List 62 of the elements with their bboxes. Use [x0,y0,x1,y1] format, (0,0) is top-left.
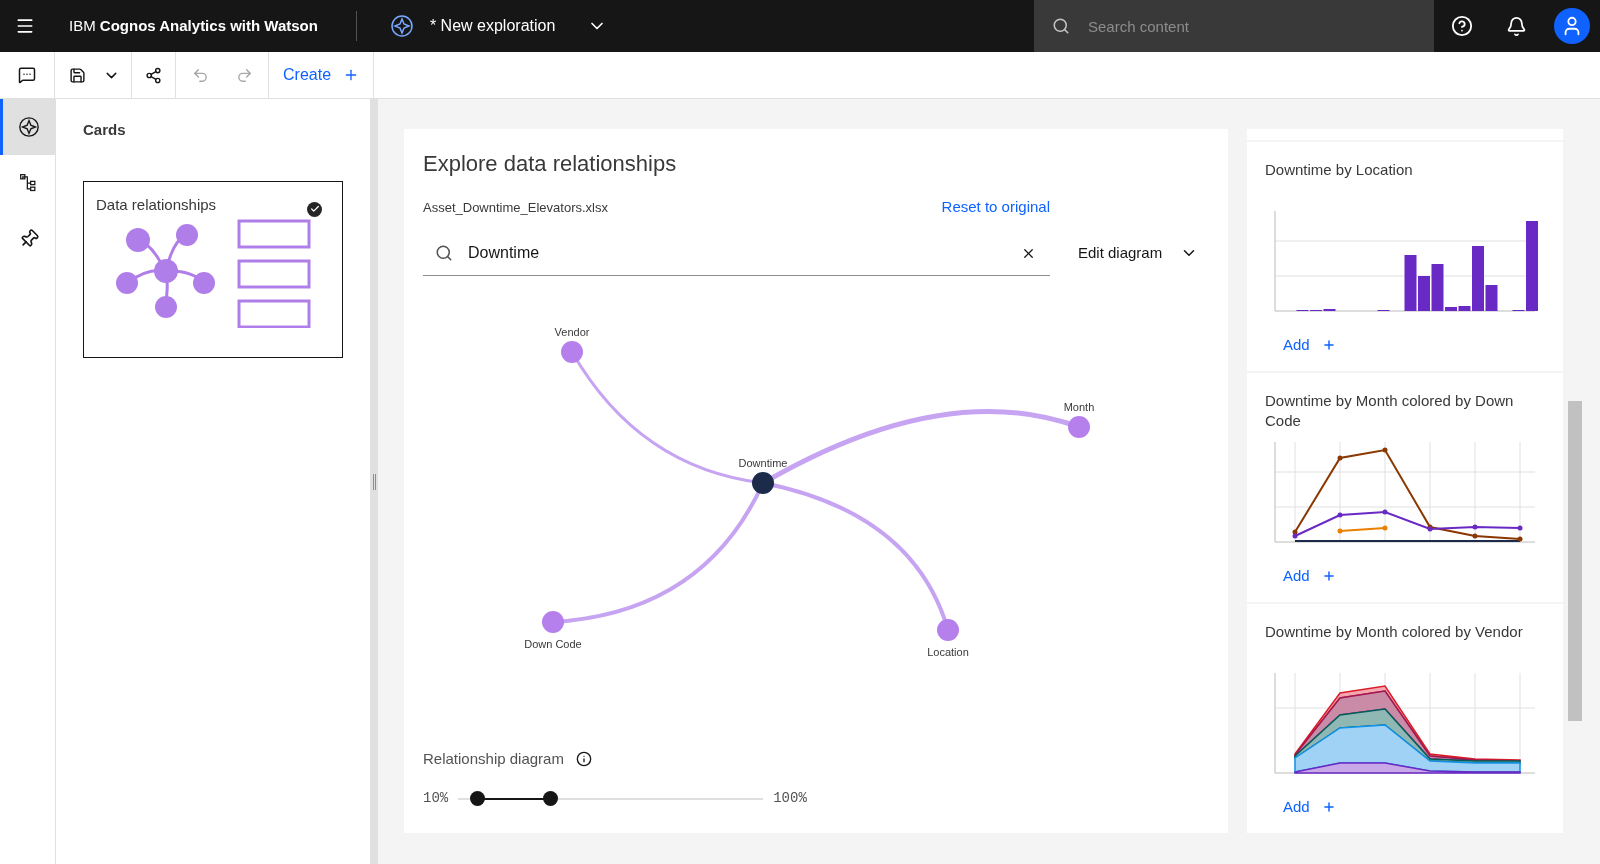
chart-title: Downtime by Month colored by Down Code [1265,391,1515,431]
edit-diagram-dropdown[interactable]: Edit diagram [1078,241,1199,265]
node-label: Location [927,645,969,658]
comment-icon [18,66,36,84]
data-point [1382,447,1388,453]
card-title: Data relationships [96,194,218,215]
slider-min-label: 10% [423,789,449,808]
exploration-switcher[interactable]: * New exploration [389,0,608,52]
chart-title: Downtime by Month colored by Vendor [1265,622,1524,642]
plus-icon [1321,800,1336,815]
data-point [1517,525,1523,531]
rail-tab[interactable] [0,99,55,155]
diagram-node[interactable] [561,340,583,363]
data-point [1337,528,1343,534]
file-name: Asset_Downtime_Elevators.xlsx [423,198,609,217]
diagram-node[interactable] [542,610,564,633]
redo-icon [235,66,253,84]
slider-label: Relationship diagram [423,748,564,769]
search-icon [1052,17,1070,35]
panel-title: Cards [83,120,127,140]
data-point [1472,533,1478,539]
node-label: Downtime [738,456,788,469]
add-button[interactable]: Add [1283,796,1336,819]
undo-icon [191,66,209,84]
info-icon[interactable] [575,750,592,767]
node-label: Down Code [524,637,582,650]
explore-title: Explore data relationships [423,150,678,178]
card-option[interactable]: Data relationships [83,180,343,358]
data-point [1517,536,1523,542]
diagram-node[interactable] [937,618,959,641]
create-button[interactable]: Create [269,52,375,98]
search-field[interactable]: Downtime [423,230,1050,276]
node-label: Vendor [554,325,590,338]
slider-max-label: 100% [773,789,807,808]
data-point [1337,455,1343,461]
share-icon [145,66,162,84]
user-avatar[interactable] [1554,8,1590,44]
diagram-node[interactable] [1068,415,1090,438]
chart-title: Downtime by Location [1265,160,1414,180]
splitter-handle[interactable] [370,99,378,864]
data-point [1382,525,1388,531]
add-button[interactable]: Add [1283,565,1336,588]
data-point [1472,524,1478,530]
compass-icon [389,14,414,38]
help-icon [1450,15,1473,37]
search-field[interactable]: Search content [1034,0,1434,52]
compass-icon [18,116,40,138]
plus-icon [1321,338,1336,353]
brand-title: IBM Cognos Analytics with Watson [69,15,318,36]
data-point [1382,509,1388,515]
reset-link[interactable]: Reset to original [941,196,1050,219]
bell-icon [1506,15,1527,37]
slider-thumb[interactable] [469,790,485,806]
plus-icon [1321,569,1336,584]
menu-icon [15,16,35,36]
data-point [1337,512,1343,518]
node-label: Month [1063,400,1095,413]
search-icon [435,243,453,262]
add-button[interactable]: Add [1283,334,1336,357]
save-icon [68,66,86,84]
slider-thumb[interactable] [542,790,558,806]
diagram-node[interactable] [752,471,774,494]
